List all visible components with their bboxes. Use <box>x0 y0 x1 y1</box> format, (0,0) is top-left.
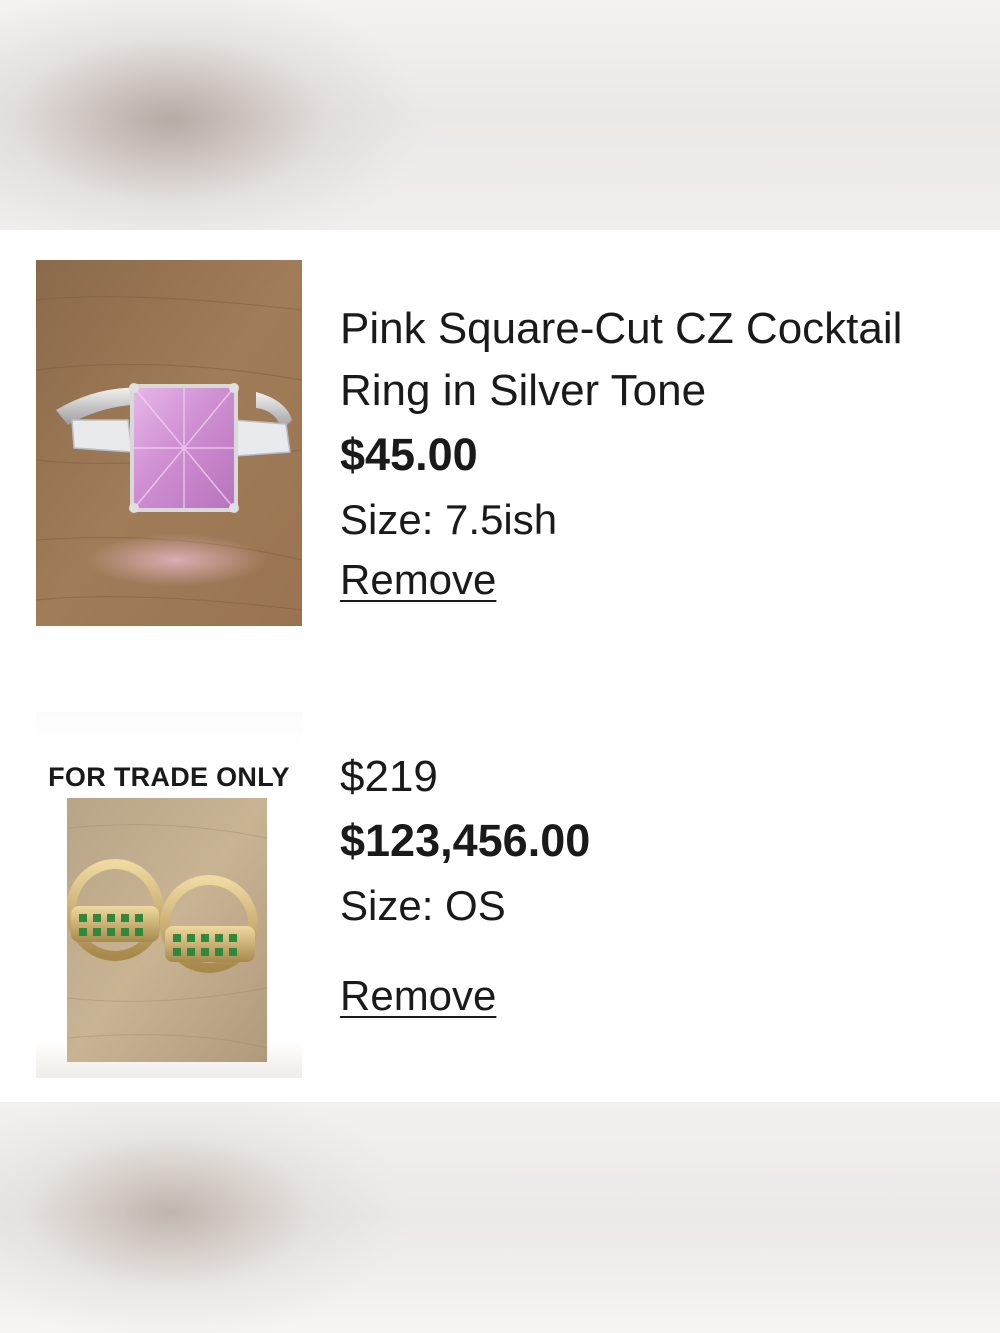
cart-item: Pink Square-Cut CZ Cocktail Ring in Silv… <box>0 260 1000 628</box>
item-thumbnail-ring[interactable] <box>36 260 302 626</box>
item-price: $45.00 <box>340 429 478 480</box>
cart-item: FOR TRADE ONLY $219 $123,456.00 Size: OS… <box>0 712 1000 1078</box>
item-price: $123,456.00 <box>340 815 591 866</box>
item-original-price: $219 <box>340 752 438 801</box>
item-thumbnail-container[interactable]: FOR TRADE ONLY <box>36 712 302 1078</box>
blurred-header-background <box>0 0 1000 230</box>
remove-link[interactable]: Remove <box>340 552 496 608</box>
item-thumbnail-earrings[interactable] <box>67 798 267 1062</box>
item-details: Pink Square-Cut CZ Cocktail Ring in Silv… <box>340 298 980 608</box>
earrings-photo <box>67 798 267 1062</box>
item-size: Size: OS <box>340 882 506 929</box>
item-details: $219 $123,456.00 Size: OS Remove <box>340 746 980 1024</box>
item-size: Size: 7.5ish <box>340 496 558 543</box>
for-trade-only-badge: FOR TRADE ONLY <box>48 762 290 792</box>
item-title[interactable]: Pink Square-Cut CZ Cocktail Ring in Silv… <box>340 298 980 422</box>
remove-link[interactable]: Remove <box>340 968 496 1024</box>
blurred-footer-background <box>0 1102 1000 1333</box>
ring-photo <box>36 260 302 626</box>
